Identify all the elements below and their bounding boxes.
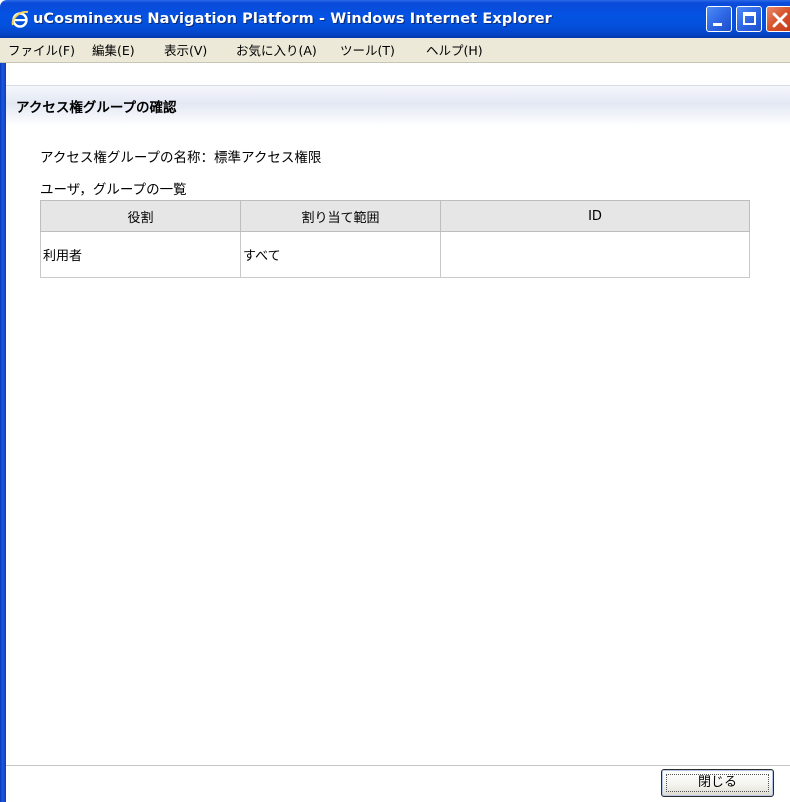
focus-ring	[666, 774, 769, 792]
cell-role: 利用者	[40, 231, 241, 278]
maximize-button[interactable]	[736, 6, 762, 32]
footer-divider	[6, 765, 790, 766]
window-frame-left	[0, 63, 6, 802]
table-row: 利用者 すべて	[40, 231, 750, 278]
minimize-icon	[713, 23, 722, 26]
cell-scope: すべて	[240, 231, 441, 278]
page-header: アクセス権グループの確認	[6, 85, 790, 126]
column-header-role: 役割	[40, 200, 241, 232]
ie-logo-icon	[11, 10, 29, 28]
page-title: アクセス権グループの確認	[16, 100, 177, 116]
window-title: uCosminexus Navigation Platform - Window…	[33, 11, 552, 27]
menu-edit[interactable]: 編集(E)	[92, 42, 135, 59]
minimize-button[interactable]	[706, 6, 732, 32]
menu-favorites[interactable]: お気に入り(A)	[236, 42, 317, 59]
maximize-icon	[743, 12, 756, 25]
close-button[interactable]: 閉じる	[661, 769, 774, 797]
list-label: ユーザ，グループの一覧	[40, 182, 187, 198]
user-group-table: 役割 割り当て範囲 ID 利用者 すべて	[40, 200, 750, 278]
column-header-scope: 割り当て範囲	[240, 200, 441, 232]
menu-view[interactable]: 表示(V)	[164, 42, 207, 59]
cell-id	[440, 231, 750, 278]
menu-help[interactable]: ヘルプ(H)	[426, 42, 483, 59]
table-header-row: 役割 割り当て範囲 ID	[40, 200, 750, 232]
group-name-label: アクセス権グループの名称：標準アクセス権限	[40, 150, 322, 166]
menu-file[interactable]: ファイル(F)	[8, 42, 75, 59]
menu-tools[interactable]: ツール(T)	[340, 42, 395, 59]
title-bar[interactable]: uCosminexus Navigation Platform - Window…	[0, 0, 790, 38]
browser-window: uCosminexus Navigation Platform - Window…	[0, 0, 790, 802]
menu-bar: ファイル(F) 編集(E) 表示(V) お気に入り(A) ツール(T) ヘルプ(…	[0, 38, 790, 63]
close-window-button[interactable]	[766, 6, 790, 32]
column-header-id: ID	[440, 200, 750, 232]
close-icon	[772, 12, 788, 28]
